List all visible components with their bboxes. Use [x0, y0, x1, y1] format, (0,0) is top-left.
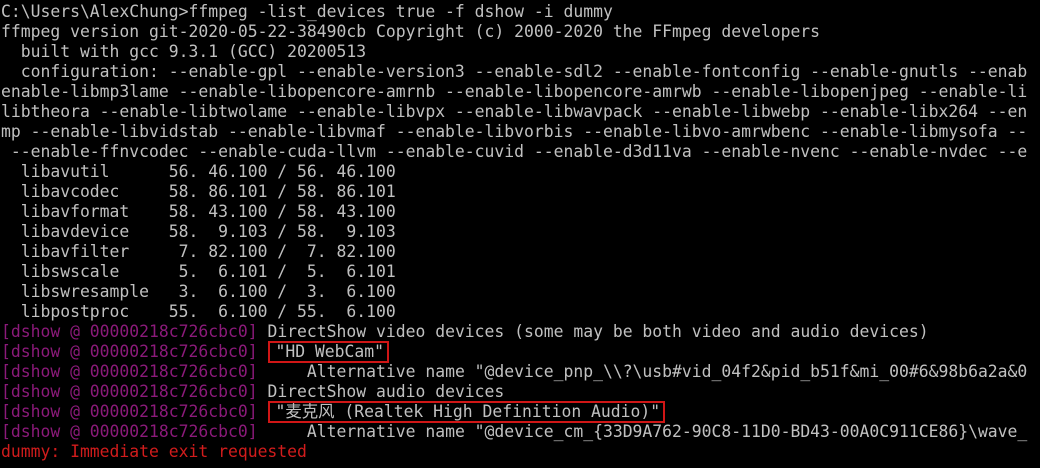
line-text: C:\Users\AlexChung>ffmpeg -list_devices …: [1, 2, 613, 21]
line-text: Alternative name "@device_pnp_\\?\usb#vi…: [257, 362, 1028, 381]
library-version-line: libavcodec 58. 86.101 / 58. 86.101: [1, 182, 1040, 202]
configuration-line: --enable-ffnvcodec --enable-cuda-llvm --…: [1, 142, 1040, 162]
line-text: configuration: --enable-gpl --enable-ver…: [1, 62, 1028, 81]
library-version-line: libavutil 56. 46.100 / 56. 46.100: [1, 162, 1040, 182]
line-text: --enable-ffnvcodec --enable-cuda-llvm --…: [1, 142, 1028, 161]
video-device-name-highlight: "HD WebCam": [268, 341, 390, 363]
line-text: mp --enable-libvidstab --enable-libvmaf …: [1, 122, 1028, 141]
line-text: [258, 342, 268, 361]
line-text: libswresample 3. 6.100 / 3. 6.100: [1, 282, 396, 301]
line-text: DirectShow audio devices: [257, 382, 505, 401]
line-text: DirectShow video devices (some may be bo…: [257, 322, 929, 341]
audio-device-name-highlight: "麦克风 (Realtek High Definition Audio)": [268, 401, 666, 423]
line-text: libavutil 56. 46.100 / 56. 46.100: [1, 162, 396, 181]
line-text: libavdevice 58. 9.103 / 58. 9.103: [1, 222, 396, 241]
configuration-line: enable-libmp3lame --enable-libopencore-a…: [1, 82, 1040, 102]
build-line: built with gcc 9.3.1 (GCC) 20200513: [1, 42, 1040, 62]
library-version-line: libswscale 5. 6.101 / 5. 6.101: [1, 262, 1040, 282]
line-text: libavfilter 7. 82.100 / 7. 82.100: [1, 242, 396, 261]
library-version-line: libavformat 58. 43.100 / 58. 43.100: [1, 202, 1040, 222]
library-version-line: libavfilter 7. 82.100 / 7. 82.100: [1, 242, 1040, 262]
dshow-prefix: [dshow @ 00000218c726cbc0]: [1, 422, 258, 441]
configuration-line: libtheora --enable-libtwolame --enable-l…: [1, 102, 1040, 122]
line-text: libpostproc 55. 6.100 / 55. 6.100: [1, 302, 396, 321]
command-line: C:\Users\AlexChung>ffmpeg -list_devices …: [1, 2, 1040, 22]
line-text: enable-libmp3lame --enable-libopencore-a…: [1, 82, 1028, 101]
error-line: dummy: Immediate exit requested: [1, 442, 1040, 462]
dshow-prefix: [dshow @ 00000218c726cbc0]: [1, 342, 258, 361]
line-text: libavcodec 58. 86.101 / 58. 86.101: [1, 182, 396, 201]
library-version-line: libpostproc 55. 6.100 / 55. 6.100: [1, 302, 1040, 322]
dshow-log-line: [dshow @ 00000218c726cbc0] DirectShow vi…: [1, 322, 1040, 342]
dshow-log-line: [dshow @ 00000218c726cbc0] Alternative n…: [1, 422, 1040, 442]
dshow-prefix: [dshow @ 00000218c726cbc0]: [1, 402, 258, 421]
library-version-line: libavdevice 58. 9.103 / 58. 9.103: [1, 222, 1040, 242]
line-text: libtheora --enable-libtwolame --enable-l…: [1, 102, 1028, 121]
dshow-log-line: [dshow @ 00000218c726cbc0] "HD WebCam": [1, 341, 1040, 363]
dshow-prefix: [dshow @ 00000218c726cbc0]: [1, 382, 258, 401]
line-text: [258, 402, 268, 421]
dshow-prefix: [dshow @ 00000218c726cbc0]: [1, 362, 258, 381]
library-version-line: libswresample 3. 6.100 / 3. 6.100: [1, 282, 1040, 302]
line-text: ffmpeg version git-2020-05-22-38490cb Co…: [1, 22, 821, 41]
configuration-line: mp --enable-libvidstab --enable-libvmaf …: [1, 122, 1040, 142]
error-message: dummy: Immediate exit requested: [1, 442, 307, 461]
console-window[interactable]: C:\Users\AlexChung>ffmpeg -list_devices …: [0, 0, 1040, 468]
dshow-log-line: [dshow @ 00000218c726cbc0] DirectShow au…: [1, 382, 1040, 402]
configuration-line: configuration: --enable-gpl --enable-ver…: [1, 62, 1040, 82]
dshow-prefix: [dshow @ 00000218c726cbc0]: [1, 322, 258, 341]
line-text: libswscale 5. 6.101 / 5. 6.101: [1, 262, 396, 281]
dshow-log-line: [dshow @ 00000218c726cbc0] Alternative n…: [1, 362, 1040, 382]
line-text: built with gcc 9.3.1 (GCC) 20200513: [1, 42, 367, 61]
version-line: ffmpeg version git-2020-05-22-38490cb Co…: [1, 22, 1040, 42]
dshow-log-line: [dshow @ 00000218c726cbc0] "麦克风 (Realtek…: [1, 401, 1040, 423]
line-text: Alternative name "@device_cm_{33D9A762-9…: [257, 422, 1028, 441]
line-text: libavformat 58. 43.100 / 58. 43.100: [1, 202, 396, 221]
